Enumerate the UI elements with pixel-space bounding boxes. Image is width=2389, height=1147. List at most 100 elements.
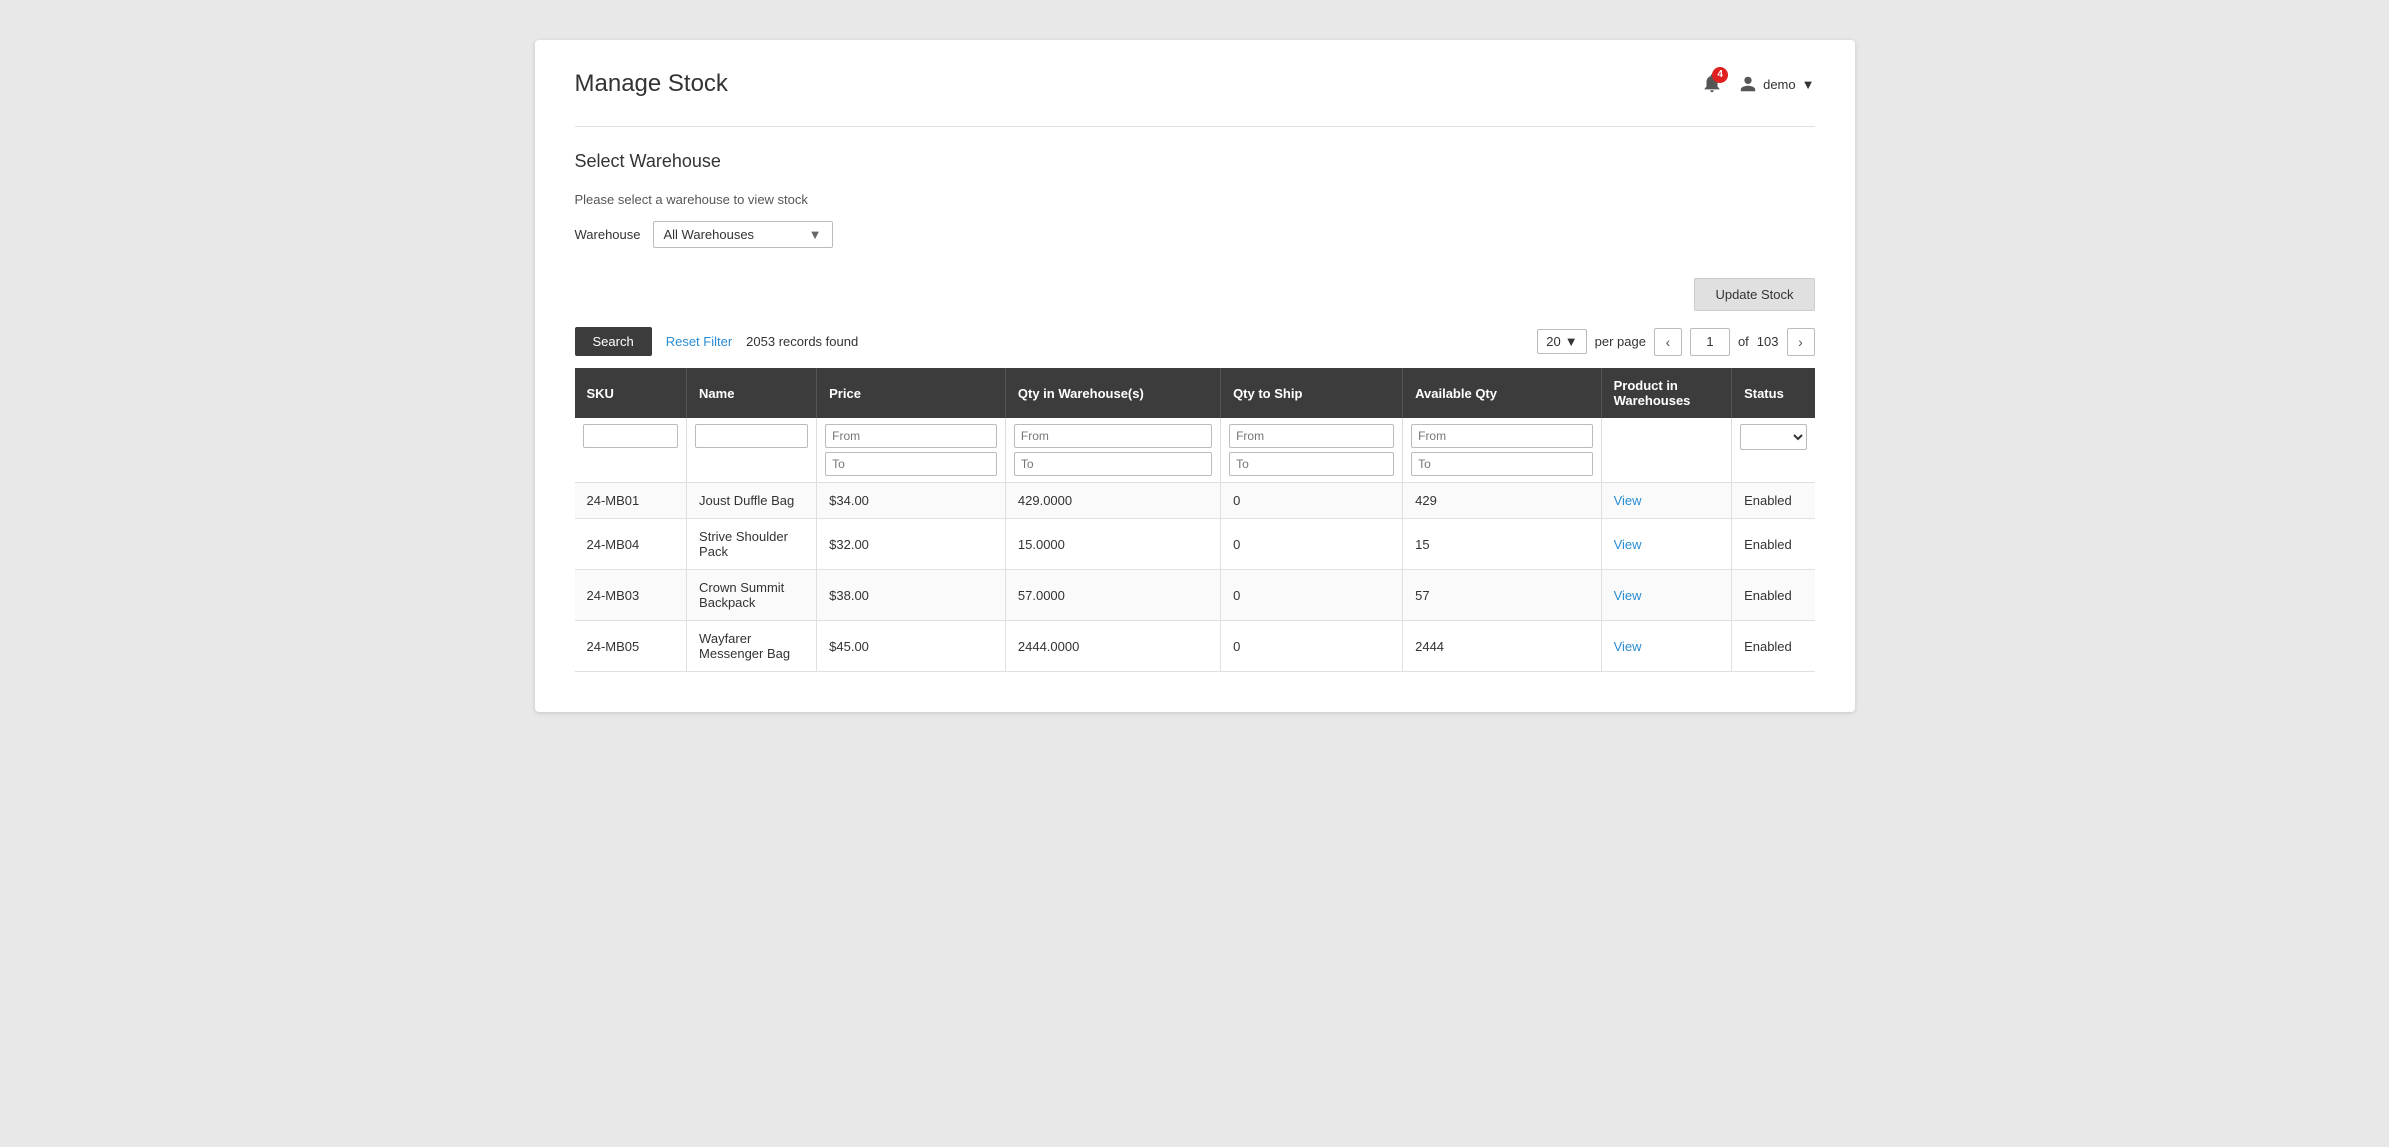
available-from-input[interactable] — [1411, 424, 1592, 448]
qty-warehouse-to-input[interactable] — [1014, 452, 1212, 476]
cell-qty-ship: 0 — [1221, 621, 1403, 672]
available-to-input[interactable] — [1411, 452, 1592, 476]
per-page-label: per page — [1595, 334, 1646, 349]
help-text: Please select a warehouse to view stock — [575, 192, 1815, 207]
cell-status: Enabled — [1732, 570, 1815, 621]
notification-badge: 4 — [1712, 67, 1728, 83]
view-link[interactable]: View — [1614, 493, 1642, 508]
cell-warehouses: View — [1601, 483, 1731, 519]
action-row: Update Stock — [575, 278, 1815, 311]
user-menu[interactable]: demo ▼ — [1739, 75, 1814, 93]
cell-qty-warehouse: 15.0000 — [1005, 519, 1220, 570]
col-product-warehouses: Product in Warehouses — [1601, 368, 1731, 418]
col-qty-ship: Qty to Ship — [1221, 368, 1403, 418]
cell-name: Strive Shoulder Pack — [687, 519, 817, 570]
filter-qty-warehouse-cell — [1005, 418, 1220, 483]
col-name: Name — [687, 368, 817, 418]
search-button[interactable]: Search — [575, 327, 652, 356]
filter-price-cell — [817, 418, 1006, 483]
price-to-input[interactable] — [825, 452, 997, 476]
cell-status: Enabled — [1732, 621, 1815, 672]
col-price: Price — [817, 368, 1006, 418]
view-link[interactable]: View — [1614, 537, 1642, 552]
toolbar-row: Search Reset Filter 2053 records found 2… — [575, 327, 1815, 356]
of-label: of — [1738, 334, 1749, 349]
main-card: Manage Stock 4 demo ▼ Select Warehouse P… — [535, 40, 1855, 712]
chevron-down-icon: ▼ — [1802, 77, 1815, 92]
cell-available-qty: 15 — [1403, 519, 1601, 570]
cell-sku: 24-MB04 — [575, 519, 687, 570]
sku-filter-input[interactable] — [583, 424, 679, 448]
view-link[interactable]: View — [1614, 588, 1642, 603]
status-filter-select[interactable]: Enabled Disabled — [1740, 424, 1806, 450]
cell-qty-ship: 0 — [1221, 483, 1403, 519]
cell-sku: 24-MB03 — [575, 570, 687, 621]
col-sku: SKU — [575, 368, 687, 418]
reset-filter-link[interactable]: Reset Filter — [666, 334, 732, 349]
cell-price: $34.00 — [817, 483, 1006, 519]
cell-qty-ship: 0 — [1221, 570, 1403, 621]
per-page-value: 20 — [1546, 334, 1560, 349]
col-qty-warehouse: Qty in Warehouse(s) — [1005, 368, 1220, 418]
col-available-qty: Available Qty — [1403, 368, 1601, 418]
notification-button[interactable]: 4 — [1701, 72, 1723, 97]
cell-status: Enabled — [1732, 483, 1815, 519]
user-name: demo — [1763, 77, 1796, 92]
warehouse-row: Warehouse All Warehouses ▼ — [575, 221, 1815, 248]
table-row: 24-MB04 Strive Shoulder Pack $32.00 15.0… — [575, 519, 1815, 570]
cell-qty-ship: 0 — [1221, 519, 1403, 570]
cell-available-qty: 2444 — [1403, 621, 1601, 672]
page-title: Manage Stock — [575, 70, 728, 98]
table-row: 24-MB01 Joust Duffle Bag $34.00 429.0000… — [575, 483, 1815, 519]
prev-page-button[interactable]: ‹ — [1654, 328, 1682, 356]
cell-warehouses: View — [1601, 621, 1731, 672]
name-filter-input[interactable] — [695, 424, 808, 448]
cell-qty-warehouse: 429.0000 — [1005, 483, 1220, 519]
filter-warehouses-cell — [1601, 418, 1731, 483]
current-page-input[interactable] — [1690, 328, 1730, 356]
cell-name: Wayfarer Messenger Bag — [687, 621, 817, 672]
update-stock-button[interactable]: Update Stock — [1694, 278, 1814, 311]
cell-price: $45.00 — [817, 621, 1006, 672]
qty-ship-to-input[interactable] — [1229, 452, 1394, 476]
cell-sku: 24-MB05 — [575, 621, 687, 672]
view-link[interactable]: View — [1614, 639, 1642, 654]
cell-warehouses: View — [1601, 519, 1731, 570]
stock-table: SKU Name Price Qty in Warehouse(s) Qty t… — [575, 368, 1815, 672]
per-page-select[interactable]: 20 ▼ — [1537, 329, 1586, 354]
cell-name: Joust Duffle Bag — [687, 483, 817, 519]
total-pages: 103 — [1757, 334, 1779, 349]
section-title: Select Warehouse — [575, 151, 1815, 172]
per-page-arrow: ▼ — [1565, 334, 1578, 349]
warehouse-select-arrow: ▼ — [809, 227, 822, 242]
cell-qty-warehouse: 57.0000 — [1005, 570, 1220, 621]
user-icon — [1739, 75, 1757, 93]
filter-available-cell — [1403, 418, 1601, 483]
qty-ship-from-input[interactable] — [1229, 424, 1394, 448]
cell-price: $32.00 — [817, 519, 1006, 570]
top-right: 4 demo ▼ — [1701, 72, 1814, 97]
section-divider — [575, 126, 1815, 127]
warehouse-select-value: All Warehouses — [664, 227, 755, 242]
filter-qty-ship-cell — [1221, 418, 1403, 483]
table-header-row: SKU Name Price Qty in Warehouse(s) Qty t… — [575, 368, 1815, 418]
filter-name-cell — [687, 418, 817, 483]
top-bar: Manage Stock 4 demo ▼ — [575, 70, 1815, 98]
qty-warehouse-from-input[interactable] — [1014, 424, 1212, 448]
filter-sku-cell — [575, 418, 687, 483]
cell-status: Enabled — [1732, 519, 1815, 570]
price-from-input[interactable] — [825, 424, 997, 448]
cell-name: Crown Summit Backpack — [687, 570, 817, 621]
warehouse-select[interactable]: All Warehouses ▼ — [653, 221, 833, 248]
col-status: Status — [1732, 368, 1815, 418]
filter-row: Enabled Disabled — [575, 418, 1815, 483]
next-page-button[interactable]: › — [1787, 328, 1815, 356]
pagination-area: 20 ▼ per page ‹ of 103 › — [1537, 328, 1814, 356]
table-row: 24-MB03 Crown Summit Backpack $38.00 57.… — [575, 570, 1815, 621]
warehouse-label: Warehouse — [575, 227, 641, 242]
table-row: 24-MB05 Wayfarer Messenger Bag $45.00 24… — [575, 621, 1815, 672]
filter-status-cell: Enabled Disabled — [1732, 418, 1815, 483]
cell-available-qty: 57 — [1403, 570, 1601, 621]
cell-sku: 24-MB01 — [575, 483, 687, 519]
records-found: 2053 records found — [746, 334, 858, 349]
